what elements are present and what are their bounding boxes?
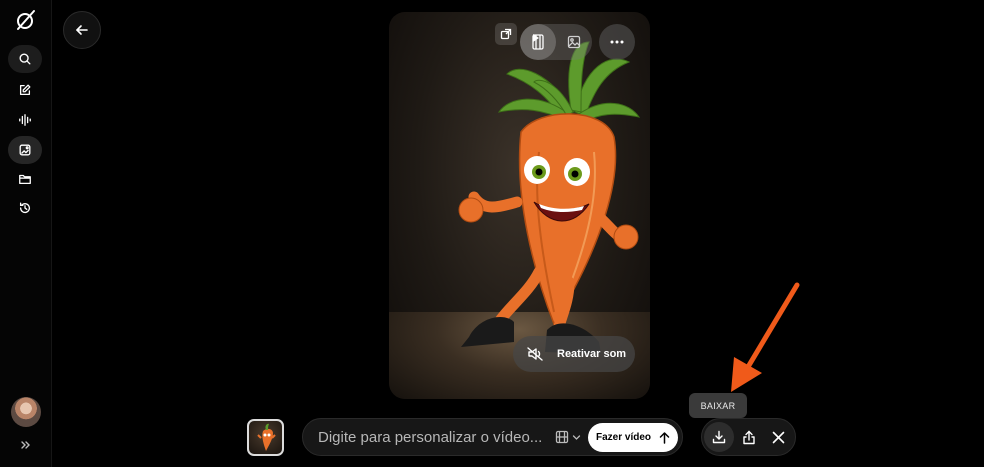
compose-button[interactable] [8,76,42,104]
voice-button[interactable] [8,106,42,134]
imagine-button[interactable] [8,136,42,164]
volume-muted-icon [527,347,543,361]
history-icon [19,202,31,214]
video-actions-group [701,418,796,456]
media-type-toggle [520,24,592,60]
download-button[interactable] [704,422,734,452]
download-icon [712,430,726,444]
unmute-button[interactable]: Reativar som [513,336,635,372]
film-icon [555,430,569,444]
prompt-composer: Fazer vídeo [302,418,683,456]
arrow-left-icon [76,25,88,35]
grok-logo-icon[interactable] [14,8,38,32]
video-mode-button[interactable] [520,24,556,60]
folder-icon [19,174,31,185]
waveform-icon [19,114,31,126]
more-options-button[interactable] [599,24,635,60]
sidebar [0,0,52,467]
image-mode-button[interactable] [556,24,592,60]
download-tooltip: BAIXAR [689,393,747,418]
search-button[interactable] [8,45,42,73]
arrow-up-icon [659,431,670,444]
edit-icon [19,84,31,96]
open-fullscreen-button[interactable] [495,23,517,45]
expand-sidebar-button[interactable] [17,436,35,454]
share-icon [743,430,755,444]
share-to-x-button[interactable] [763,422,793,452]
unmute-label: Reativar som [557,348,627,360]
mode-select[interactable] [555,428,585,446]
prompt-input[interactable] [318,427,548,447]
carrot-thumbnail-image [257,423,276,451]
projects-button[interactable] [8,165,42,193]
avatar[interactable] [11,397,41,427]
imagine-icon [19,144,31,156]
reference-image-thumbnail[interactable] [247,419,284,456]
x-logo-icon [772,431,784,443]
film-icon [532,34,544,50]
more-horizontal-icon [610,40,624,44]
search-icon [19,53,31,65]
history-button[interactable] [8,194,42,222]
chevron-down-icon [572,434,581,440]
share-button[interactable] [734,422,764,452]
external-expand-icon [500,28,512,40]
back-button[interactable] [63,11,101,49]
make-video-label: Fazer vídeo [595,432,652,443]
make-video-button[interactable]: Fazer vídeo [588,423,678,452]
chevrons-right-icon [21,441,30,449]
image-icon [567,35,581,49]
